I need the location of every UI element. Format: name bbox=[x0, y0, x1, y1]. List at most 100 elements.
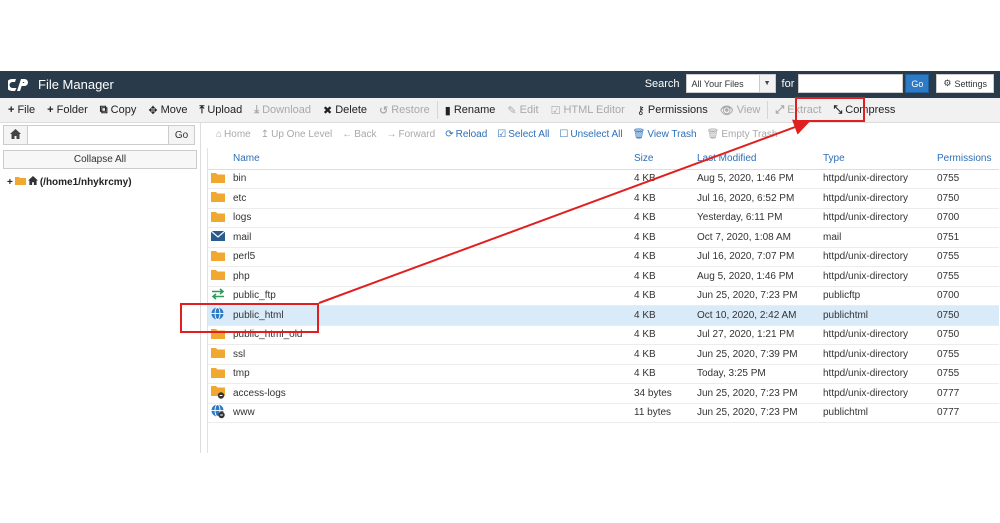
tree-root-item[interactable]: + (/home1/nhykrcmy) bbox=[7, 176, 200, 188]
file-name[interactable]: access-logs bbox=[233, 383, 634, 404]
name-column-header[interactable]: Name bbox=[233, 148, 634, 170]
folder-icon bbox=[211, 250, 225, 264]
file-name[interactable]: www bbox=[233, 403, 634, 423]
file-name[interactable]: logs bbox=[233, 208, 634, 228]
table-row[interactable]: bin 4 KB Aug 5, 2020, 1:46 PM httpd/unix-di… bbox=[208, 169, 999, 189]
file-name[interactable]: bin bbox=[233, 169, 634, 189]
unselect-all-button[interactable]: ☐ Unselect All bbox=[554, 129, 627, 140]
new-folder-button[interactable]: + Folder bbox=[41, 99, 94, 122]
expand-icon[interactable]: + bbox=[7, 177, 13, 188]
new-file-button[interactable]: + File bbox=[2, 99, 41, 122]
refresh-icon: ⟳ bbox=[445, 128, 454, 140]
search-input[interactable] bbox=[798, 74, 904, 93]
permissions-column-header[interactable]: Permissions bbox=[937, 148, 999, 170]
download-icon: ⤓ bbox=[254, 103, 260, 116]
settings-button[interactable]: ⚙ Settings bbox=[936, 74, 994, 93]
table-row[interactable]: access-logs 34 bytes Jun 25, 2020, 7:23 PM… bbox=[208, 383, 999, 404]
file-type: publichtml bbox=[823, 403, 937, 423]
gear-icon: ⚙ bbox=[943, 78, 952, 88]
file-last-modified: Yesterday, 6:11 PM bbox=[697, 208, 823, 228]
file-type: mail bbox=[823, 227, 937, 248]
upload-button[interactable]: ⤒ Upload bbox=[193, 99, 248, 122]
table-row[interactable]: www 11 bytes Jun 25, 2020, 7:23 PM publicht… bbox=[208, 403, 999, 423]
size-column-header[interactable]: Size bbox=[634, 148, 697, 170]
restore-button[interactable]: ↺ Restore bbox=[373, 99, 436, 122]
table-row[interactable]: etc 4 KB Jul 16, 2020, 6:52 PM httpd/unix-d… bbox=[208, 188, 999, 209]
move-icon: ✥ bbox=[148, 104, 158, 117]
folder-icon bbox=[211, 211, 225, 225]
file-permissions: 0750 bbox=[937, 325, 999, 345]
file-name[interactable]: perl5 bbox=[233, 247, 634, 267]
delete-label: Delete bbox=[335, 104, 368, 116]
file-last-modified: Aug 5, 2020, 1:46 PM bbox=[697, 169, 823, 189]
search-go-button[interactable]: Go bbox=[905, 74, 930, 93]
cpanel-logo-icon[interactable] bbox=[8, 78, 30, 92]
table-row[interactable]: tmp 4 KB Today, 3:25 PM httpd/unix-director… bbox=[208, 364, 999, 384]
move-button[interactable]: ✥ Move bbox=[142, 99, 193, 122]
header-search: Search All Your Files ▼ for Go ⚙ Setting… bbox=[645, 74, 994, 93]
file-size: 4 KB bbox=[634, 286, 697, 306]
home-icon bbox=[27, 176, 38, 188]
select-all-button[interactable]: ☑ Select All bbox=[492, 129, 554, 140]
search-scope-select[interactable]: All Your Files ▼ bbox=[685, 74, 776, 93]
table-row[interactable]: public_html_old 4 KB Jul 27, 2020, 1:21 PM… bbox=[208, 325, 999, 345]
up-one-level-button[interactable]: ↥ Up One Level bbox=[256, 129, 338, 140]
file-icon-cell bbox=[208, 266, 233, 287]
folder-icon bbox=[211, 347, 225, 361]
tree-home-button[interactable] bbox=[3, 125, 28, 145]
file-last-modified: Jul 16, 2020, 6:52 PM bbox=[697, 188, 823, 209]
file-name[interactable]: tmp bbox=[233, 364, 634, 384]
file-name[interactable]: mail bbox=[233, 227, 634, 248]
view-trash-button[interactable]: 🗑 View Trash bbox=[628, 129, 702, 140]
view-button[interactable]: 👁 View bbox=[714, 99, 767, 122]
table-row[interactable]: perl5 4 KB Jul 16, 2020, 7:07 PM httpd/unix… bbox=[208, 247, 999, 267]
view-trash-label: View Trash bbox=[647, 128, 697, 140]
chevron-down-icon: ▼ bbox=[758, 75, 775, 92]
nav-home-button[interactable]: ⌂ Home bbox=[211, 129, 256, 140]
empty-trash-button[interactable]: 🗑 Empty Trash bbox=[702, 129, 783, 140]
tree-path-input[interactable] bbox=[28, 125, 169, 145]
download-label: Download bbox=[262, 104, 311, 116]
tree-go-button[interactable]: Go bbox=[169, 125, 195, 145]
file-permissions: 0755 bbox=[937, 169, 999, 189]
file-icon-cell bbox=[208, 403, 233, 423]
rename-button[interactable]: ▮ Rename bbox=[439, 99, 502, 122]
table-row[interactable]: ssl 4 KB Jun 25, 2020, 7:39 PM httpd/unix-d… bbox=[208, 344, 999, 365]
home-icon: ⌂ bbox=[216, 128, 223, 140]
forward-button[interactable]: → Forward bbox=[382, 129, 441, 140]
file-last-modified: Jun 25, 2020, 7:23 PM bbox=[697, 286, 823, 306]
back-label: Back bbox=[354, 128, 377, 140]
file-permissions: 0755 bbox=[937, 344, 999, 365]
view-label: View bbox=[736, 104, 761, 116]
copy-button[interactable]: ⧉ Copy bbox=[94, 99, 143, 122]
permissions-button[interactable]: ⚷ Permissions bbox=[631, 99, 714, 122]
upload-icon: ⤒ bbox=[199, 103, 205, 116]
file-last-modified: Oct 7, 2020, 1:08 AM bbox=[697, 227, 823, 248]
folder-icon bbox=[211, 269, 225, 283]
table-row[interactable]: mail 4 KB Oct 7, 2020, 1:08 AM mail 0751 bbox=[208, 227, 999, 248]
download-button[interactable]: ⤓ Download bbox=[248, 99, 317, 122]
toolbar-divider bbox=[436, 101, 438, 119]
table-row[interactable]: php 4 KB Aug 5, 2020, 1:46 PM httpd/unix-di… bbox=[208, 266, 999, 287]
table-row[interactable]: public_ftp 4 KB Jun 25, 2020, 7:23 PM publi… bbox=[208, 286, 999, 306]
html-editor-button[interactable]: ☑ HTML Editor bbox=[545, 99, 631, 122]
file-size: 4 KB bbox=[634, 208, 697, 228]
table-row[interactable]: logs 4 KB Yesterday, 6:11 PM httpd/unix-dir… bbox=[208, 208, 999, 228]
file-name[interactable]: ssl bbox=[233, 344, 634, 365]
table-row[interactable]: public_html 4 KB Oct 10, 2020, 2:42 AM publ… bbox=[208, 305, 999, 326]
last-modified-column-header[interactable]: Last Modified bbox=[697, 148, 823, 170]
type-column-header[interactable]: Type bbox=[823, 148, 937, 170]
file-name[interactable]: php bbox=[233, 266, 634, 287]
file-icon-cell bbox=[208, 208, 233, 228]
reload-button[interactable]: ⟳ Reload bbox=[440, 129, 492, 140]
file-name[interactable]: etc bbox=[233, 188, 634, 209]
edit-button[interactable]: ✎ Edit bbox=[501, 99, 544, 122]
file-table-body: bin 4 KB Aug 5, 2020, 1:46 PM httpd/unix-di… bbox=[208, 169, 999, 423]
file-last-modified: Jul 16, 2020, 7:07 PM bbox=[697, 247, 823, 267]
delete-button[interactable]: ✖ Delete bbox=[317, 99, 373, 122]
transfer-icon bbox=[211, 288, 225, 303]
back-button[interactable]: ← Back bbox=[337, 129, 381, 140]
collapse-all-button[interactable]: Collapse All bbox=[3, 150, 197, 169]
pencil-icon: ✎ bbox=[507, 104, 517, 117]
file-type: httpd/unix-directory bbox=[823, 169, 937, 189]
